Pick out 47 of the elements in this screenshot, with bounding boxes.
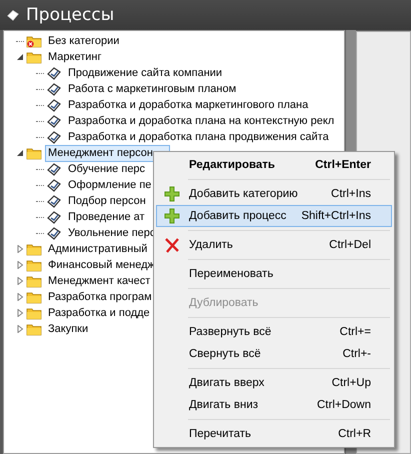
- plus-icon: [164, 208, 180, 224]
- menu-item[interactable]: Свернуть всё Ctrl+-: [156, 343, 392, 365]
- expand-arrow-icon[interactable]: [16, 261, 24, 269]
- tree-item[interactable]: Разработка и доработка плана продвижения сайта: [65, 128, 332, 146]
- expand-arrow-icon[interactable]: [16, 245, 24, 253]
- folder-icon: [26, 274, 42, 288]
- folder-icon: [26, 50, 42, 64]
- collapse-arrow-icon[interactable]: [16, 53, 24, 61]
- menu-item[interactable]: Удалить Ctrl+Del: [156, 234, 392, 256]
- tree-item[interactable]: Разработка и доработка маркетингового плана: [65, 96, 312, 114]
- folder-remove-icon: [26, 34, 42, 48]
- menu-item[interactable]: Добавить процесс Shift+Ctrl+Ins: [156, 205, 392, 227]
- folder-icon: [26, 258, 42, 272]
- tree-item[interactable]: Закупки: [45, 320, 92, 338]
- expand-arrow-icon[interactable]: [16, 293, 24, 301]
- menu-item[interactable]: Добавить категорию Ctrl+Ins: [156, 183, 392, 205]
- expand-arrow-icon[interactable]: [16, 309, 24, 317]
- tree-item[interactable]: Разработка програм: [45, 288, 155, 306]
- menu-item[interactable]: Развернуть всё Ctrl+=: [156, 321, 392, 343]
- tree-item[interactable]: Административный: [45, 240, 150, 258]
- tree-item[interactable]: Менеджмент качест: [45, 272, 154, 290]
- folder-icon: [26, 322, 42, 336]
- tree-item[interactable]: Менеджмент персон: [45, 144, 170, 162]
- collapse-arrow-icon[interactable]: [16, 149, 24, 157]
- tree-item[interactable]: Маркетинг: [45, 48, 104, 66]
- tree-item[interactable]: Без категории: [45, 32, 122, 50]
- close-icon: [164, 237, 180, 253]
- tree-item[interactable]: Работа с маркетинговым планом: [65, 80, 240, 98]
- tree-item[interactable]: Подбор персон: [65, 192, 149, 210]
- folder-icon: [26, 146, 42, 160]
- tree-item[interactable]: Обучение перс: [65, 160, 148, 178]
- folder-icon: [26, 242, 42, 256]
- tree-item[interactable]: Проведение ат: [65, 208, 148, 226]
- tree-item[interactable]: Разработка и доработка плана на контекстную рекл: [65, 112, 338, 130]
- plus-icon: [164, 186, 180, 202]
- folder-icon: [26, 306, 42, 320]
- folder-icon: [26, 290, 42, 304]
- tree-item[interactable]: Оформление пе: [65, 176, 154, 194]
- menu-item[interactable]: Переименовать: [156, 263, 392, 285]
- expand-arrow-icon[interactable]: [16, 325, 24, 333]
- menu-item[interactable]: Двигать вниз Ctrl+Down: [156, 394, 392, 416]
- menu-item[interactable]: Двигать вверх Ctrl+Up: [156, 372, 392, 394]
- expand-arrow-icon[interactable]: [16, 277, 24, 285]
- tree-item[interactable]: Разработка и подде: [45, 304, 153, 322]
- menu-item[interactable]: Перечитать Ctrl+R: [156, 423, 392, 445]
- tree-item[interactable]: Продвижение сайта компании: [65, 64, 226, 82]
- window-title: Процессы: [26, 5, 114, 25]
